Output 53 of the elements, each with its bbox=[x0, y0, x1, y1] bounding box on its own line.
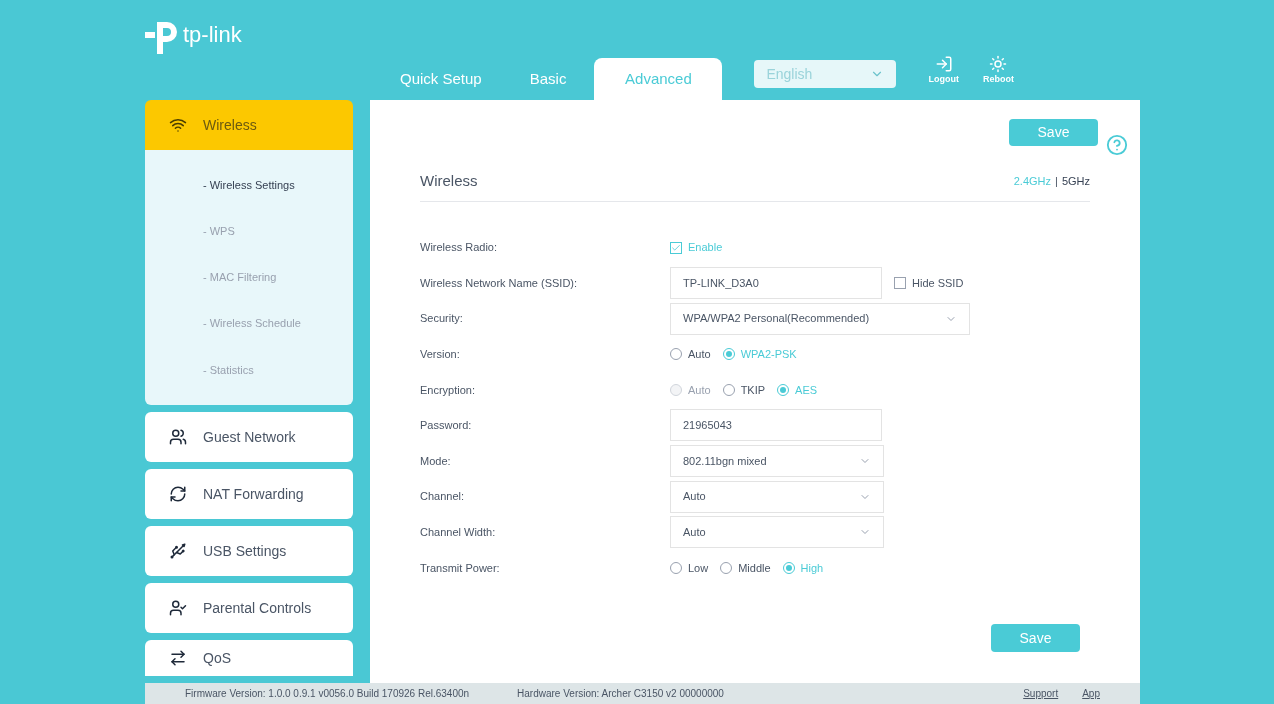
wifi-icon bbox=[169, 116, 187, 134]
dropdown[interactable]: Auto bbox=[670, 480, 884, 513]
people-icon bbox=[169, 599, 187, 617]
text-field[interactable]: TP-LINK_D3A0 bbox=[670, 267, 882, 300]
field-label: Version: bbox=[420, 347, 461, 363]
dropdown[interactable]: Auto bbox=[670, 516, 884, 549]
radio-label: High bbox=[800, 560, 824, 576]
band-link[interactable]: 5GHz bbox=[1061, 173, 1090, 190]
sidebar-item[interactable]: Parental Controls bbox=[145, 583, 353, 633]
people-icon bbox=[169, 428, 187, 446]
sun-icon bbox=[989, 55, 1008, 73]
help-icon[interactable] bbox=[1106, 134, 1128, 156]
dropdown[interactable]: 802.11bgn mixed bbox=[670, 445, 884, 478]
field-label: Wireless Network Name (SSID): bbox=[420, 275, 579, 291]
field-label: Mode: bbox=[420, 453, 452, 469]
footer-link[interactable]: Support bbox=[1023, 686, 1059, 701]
radio-label: AES bbox=[795, 382, 818, 398]
field-label: Transmit Power: bbox=[420, 560, 501, 576]
radio-label: TKIP bbox=[740, 382, 766, 398]
dropdown[interactable]: WPA/WPA2 Personal(Recommended) bbox=[670, 302, 970, 335]
separator-text: | bbox=[1055, 174, 1058, 189]
checkbox-label: Hide SSID bbox=[912, 275, 964, 291]
submenu-item[interactable]: - Wireless Settings bbox=[203, 176, 353, 194]
arrows-icon bbox=[169, 649, 187, 667]
field-label: Wireless Radio: bbox=[420, 240, 499, 256]
checkbox-label: Enable bbox=[688, 240, 723, 256]
sidebar-item[interactable]: Guest Network bbox=[145, 412, 353, 462]
logo-icon bbox=[145, 20, 179, 56]
circular-arrows-icon bbox=[169, 485, 187, 503]
usb-icon bbox=[169, 542, 187, 560]
text-field[interactable]: 21965043 bbox=[670, 409, 882, 442]
section-title: Wireless bbox=[420, 171, 478, 191]
radio-label: Auto bbox=[688, 347, 711, 363]
field-label: Password: bbox=[420, 418, 473, 434]
radio-label: WPA2-PSK bbox=[740, 347, 797, 363]
logo-text: tp-link bbox=[183, 24, 242, 46]
field-label: Security: bbox=[420, 311, 464, 327]
radio-label: Low bbox=[688, 560, 709, 576]
field-label: Channel: bbox=[420, 489, 466, 505]
sidebar-item[interactable]: NAT Forwarding bbox=[145, 469, 353, 519]
radio-label: Middle bbox=[738, 560, 771, 576]
field-label: Channel Width: bbox=[420, 525, 497, 540]
logout-icon bbox=[934, 55, 953, 73]
footer-link[interactable]: App bbox=[1082, 686, 1100, 701]
radio-label: Auto bbox=[688, 382, 711, 398]
checkbox[interactable] bbox=[894, 277, 906, 290]
firmware-version: Firmware Version: 1.0.0 0.9.1 v0056.0 Build 170926 Rel.63400n bbox=[185, 687, 470, 701]
sidebar-item[interactable]: QoS bbox=[145, 640, 353, 676]
checkbox[interactable] bbox=[670, 241, 682, 254]
field-label: Encryption: bbox=[420, 382, 477, 398]
sidebar-item[interactable]: USB Settings bbox=[145, 526, 353, 576]
hardware-version: Hardware Version: Archer C3150 v2 00000000 bbox=[517, 687, 724, 701]
sidebar-item[interactable]: Wireless bbox=[145, 100, 353, 150]
